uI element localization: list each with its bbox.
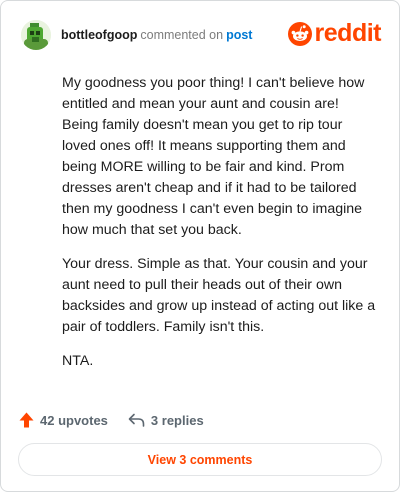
comment-paragraph: Your dress. Simple as that. Your cousin …: [62, 256, 376, 335]
upvote-count: 42 upvotes: [40, 412, 108, 428]
reddit-logo-icon: [287, 21, 312, 46]
comment-header: bottleofgoop commented on post reddit: [21, 17, 383, 53]
upvote-button[interactable]: 42 upvotes: [19, 412, 108, 428]
comment-paragraph: My goodness you poor thing! I can't beli…: [62, 75, 365, 238]
view-comments-button[interactable]: View 3 comments: [18, 443, 382, 476]
avatar[interactable]: [21, 20, 51, 50]
comment-actions: 42 upvotes 3 replies: [19, 409, 204, 431]
username-link[interactable]: bottleofgoop: [61, 28, 137, 42]
reply-arrow-icon: [128, 413, 145, 427]
byline-action-text: commented on: [140, 28, 224, 42]
comment-body: My goodness you poor thing! I can't beli…: [62, 73, 379, 385]
reply-count: 3 replies: [150, 412, 204, 428]
reddit-wordmark: reddit: [314, 19, 382, 47]
user-avatar-icon: [21, 20, 51, 50]
post-link[interactable]: post: [226, 28, 252, 42]
reddit-logo[interactable]: reddit: [287, 19, 382, 48]
comment-card: bottleofgoop commented on post reddit My g…: [0, 0, 400, 492]
byline: bottleofgoop commented on post: [61, 28, 252, 42]
upvote-arrow-icon: [19, 412, 34, 428]
comment-paragraph: NTA.: [62, 353, 94, 369]
replies-button[interactable]: 3 replies: [128, 413, 204, 428]
